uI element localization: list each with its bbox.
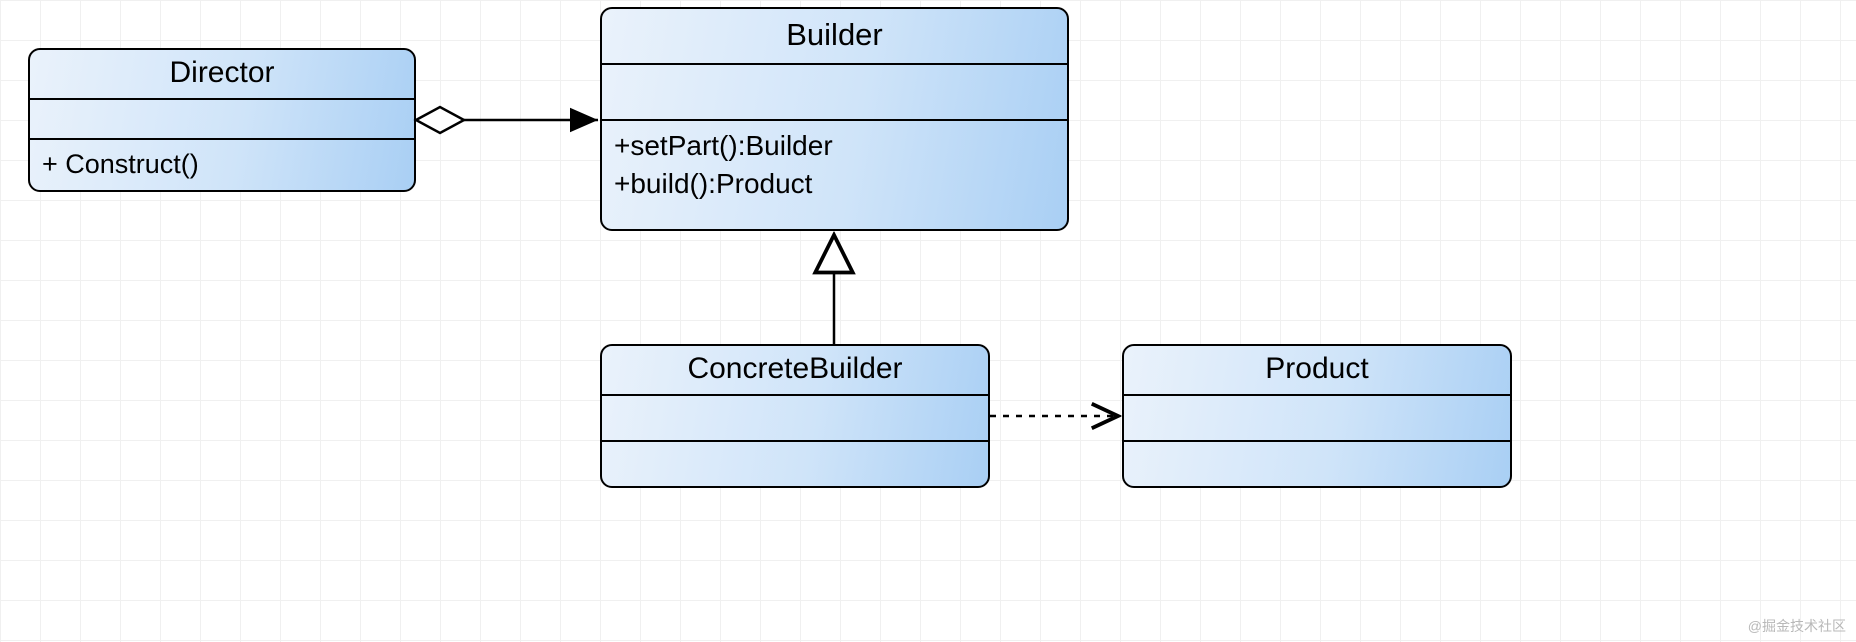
uml-class-operations: + Construct() [30,140,414,190]
uml-class-attributes [1124,396,1510,442]
uml-class-attributes [602,65,1067,121]
uml-class-operations: +setPart():Builder +build():Product [602,121,1067,211]
uml-class-title: Director [30,50,414,100]
uml-class-title: ConcreteBuilder [602,346,988,396]
uml-class-attributes [602,396,988,442]
uml-operation: + Construct() [42,146,404,182]
watermark-text: @掘金技术社区 [1748,616,1846,636]
uml-class-attributes [30,100,414,140]
uml-class-product[interactable]: Product [1122,344,1512,488]
uml-class-operations [1124,442,1510,488]
uml-class-title: Product [1124,346,1510,396]
uml-operation: +build():Product [614,165,1057,203]
uml-class-builder[interactable]: Builder +setPart():Builder +build():Prod… [600,7,1069,231]
relation-aggregation-director-builder [416,107,598,133]
uml-class-concrete-builder[interactable]: ConcreteBuilder [600,344,990,488]
uml-class-title: Builder [602,9,1067,65]
uml-class-director[interactable]: Director + Construct() [28,48,416,192]
diagram-canvas: Director + Construct() Builder +setPart(… [0,0,1856,642]
uml-operation: +setPart():Builder [614,127,1057,165]
uml-class-operations [602,442,988,488]
